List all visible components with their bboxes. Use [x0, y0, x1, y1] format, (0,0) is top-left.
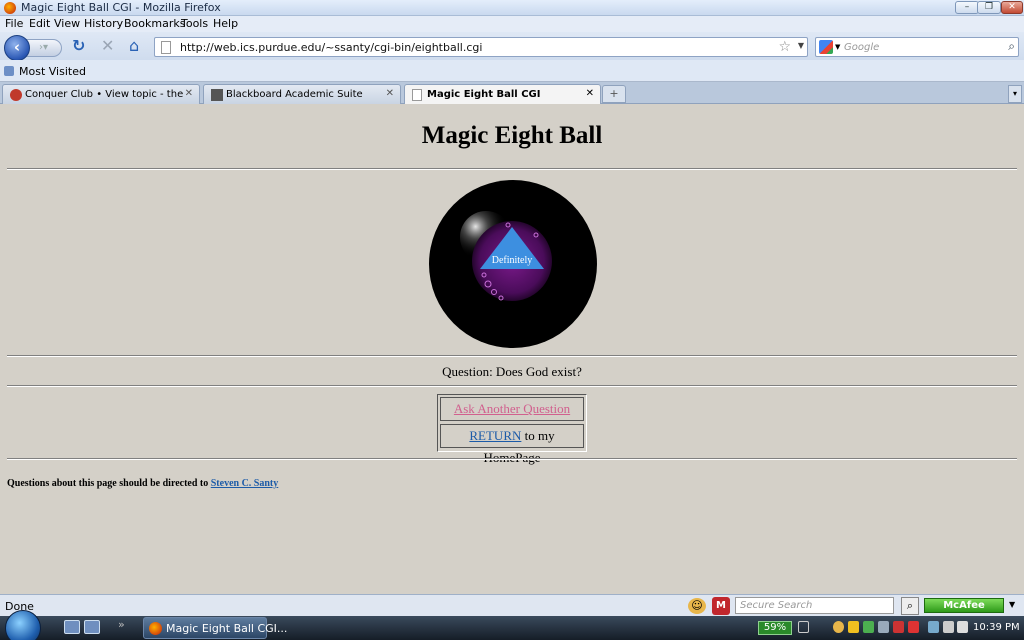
answer-text: Definitely	[492, 255, 533, 266]
taskbar-firefox-button[interactable]: Magic Eight Ball CGI...	[143, 617, 287, 639]
tray-smiley-icon[interactable]	[833, 621, 844, 633]
divider	[7, 168, 1017, 170]
tray-mcafee-icon[interactable]	[893, 621, 904, 633]
taskbar-firefox-label: Magic Eight Ball CGI...	[166, 622, 288, 635]
return-cell: RETURN to my HomePage	[440, 424, 584, 465]
quicklaunch-chevron-icon[interactable]: »	[118, 618, 125, 631]
page-title: Magic Eight Ball	[421, 122, 603, 149]
blackboard-icon	[211, 89, 223, 101]
tab-label: Magic Eight Ball CGI	[427, 89, 541, 100]
tab-list-icon[interactable]: ▾	[1008, 85, 1022, 103]
tray-monitor-icon[interactable]	[928, 621, 939, 633]
url-text[interactable]: http://web.ics.purdue.edu/~ssanty/cgi-bi…	[180, 41, 482, 54]
menu-tools[interactable]: Tools	[181, 17, 208, 30]
menu-bar: File Edit View History Bookmarks Tools H…	[0, 16, 1024, 32]
divider	[7, 458, 1017, 460]
battery-indicator[interactable]: 59%	[758, 621, 792, 635]
mcafee-button[interactable]: McAfee	[924, 598, 1004, 613]
most-visited-link[interactable]: Most Visited	[19, 65, 86, 78]
clock[interactable]: 10:39 PM	[973, 622, 1020, 633]
page-icon	[161, 41, 171, 54]
secure-search-input[interactable]: Secure Search	[735, 597, 894, 614]
search-placeholder[interactable]: Google	[844, 42, 879, 53]
close-button[interactable]: ✕	[1001, 1, 1023, 14]
divider	[7, 355, 1017, 357]
window-title: Magic Eight Ball CGI - Mozilla Firefox	[21, 1, 221, 14]
navigation-toolbar: ›▾ ‹ ↻ ✕ ⌂ http://web.ics.purdue.edu/~ss…	[0, 32, 1024, 61]
back-button[interactable]: ‹	[4, 35, 30, 61]
new-tab-button[interactable]: +	[602, 85, 626, 103]
links-table: Ask Another Question RETURN to my HomePa…	[437, 394, 587, 465]
footer-text: Questions about this page should be dire…	[7, 478, 211, 489]
tab-label: Conquer Club • View topic - the lon...	[25, 89, 185, 100]
close-tab-icon[interactable]: ✕	[386, 88, 394, 99]
question-text: Question: Does God exist?	[442, 364, 582, 379]
firefox-icon	[149, 622, 162, 635]
status-bar: Done ☺ M Secure Search ⌕ McAfee ▼	[0, 594, 1024, 616]
tab-bar: Conquer Club • View topic - the lon... ✕…	[0, 82, 1024, 105]
search-icon[interactable]: ⌕	[901, 597, 919, 615]
ask-another-question-link[interactable]: Ask Another Question	[454, 401, 570, 416]
minimize-button[interactable]: –	[955, 1, 979, 14]
forward-button[interactable]: ›▾	[26, 39, 62, 57]
chevron-down-icon[interactable]: ▼	[1009, 600, 1015, 609]
google-icon[interactable]	[819, 40, 833, 54]
taskbar: » Magic Eight Ball CGI... 59% 10:39 PM	[0, 610, 1024, 640]
firefox-icon	[4, 2, 16, 14]
page-content: Magic Eight Ball Definitely Question: Do…	[0, 104, 1024, 594]
tray-runner-icon[interactable]	[848, 621, 859, 633]
ask-cell: Ask Another Question	[440, 397, 584, 421]
reload-icon[interactable]: ↻	[72, 38, 85, 54]
menu-history[interactable]: History	[84, 17, 123, 30]
site-advisor-icon[interactable]: ☺	[688, 598, 706, 614]
divider	[7, 385, 1017, 387]
menu-file[interactable]: File	[5, 17, 23, 30]
conquer-club-icon	[10, 89, 22, 101]
start-button[interactable]	[5, 610, 41, 640]
window-titlebar: Magic Eight Ball CGI - Mozilla Firefox –…	[0, 0, 1024, 16]
tab-magic-eight-ball[interactable]: Magic Eight Ball CGI ✕	[404, 84, 601, 105]
tab-blackboard[interactable]: Blackboard Academic Suite ✕	[203, 84, 401, 104]
engine-dropdown-icon[interactable]: ▼	[835, 43, 840, 51]
footer: Questions about this page should be dire…	[7, 478, 278, 489]
tray-network2-icon[interactable]	[943, 621, 954, 633]
eight-ball-image: Definitely	[429, 180, 597, 348]
power-icon[interactable]	[798, 621, 809, 633]
author-link[interactable]: Steven C. Santy	[211, 478, 279, 489]
menu-edit[interactable]: Edit	[29, 17, 50, 30]
tray-alert-icon[interactable]	[908, 621, 919, 633]
most-visited-icon	[4, 66, 14, 76]
close-tab-icon[interactable]: ✕	[185, 88, 193, 99]
close-tab-icon[interactable]: ✕	[586, 88, 594, 99]
home-icon[interactable]: ⌂	[129, 38, 139, 54]
stop-icon[interactable]: ✕	[101, 38, 114, 54]
tab-conquer-club[interactable]: Conquer Club • View topic - the lon... ✕	[2, 84, 200, 104]
volume-icon[interactable]	[957, 621, 968, 633]
return-link[interactable]: RETURN	[469, 428, 521, 443]
menu-view[interactable]: View	[54, 17, 80, 30]
bookmark-star-icon[interactable]: ☆	[778, 39, 791, 55]
tab-label: Blackboard Academic Suite	[226, 89, 363, 100]
address-bar[interactable]: http://web.ics.purdue.edu/~ssanty/cgi-bi…	[154, 37, 808, 57]
menu-bookmarks[interactable]: Bookmarks	[124, 17, 185, 30]
bookmarks-toolbar: Most Visited	[0, 60, 1024, 82]
menu-help[interactable]: Help	[213, 17, 238, 30]
search-icon[interactable]: ⌕	[1008, 39, 1015, 54]
chevron-down-icon[interactable]: ▼	[798, 41, 804, 50]
tray-signal-icon[interactable]	[863, 621, 874, 633]
show-desktop-icon[interactable]	[64, 620, 80, 634]
maximize-button[interactable]: ❐	[977, 1, 1001, 14]
tray-network-icon[interactable]	[878, 621, 889, 633]
page-icon	[412, 89, 422, 101]
switch-windows-icon[interactable]	[84, 620, 100, 634]
search-box[interactable]: ▼ Google ⌕	[815, 37, 1019, 57]
mcafee-shield-icon[interactable]: M	[712, 597, 730, 615]
